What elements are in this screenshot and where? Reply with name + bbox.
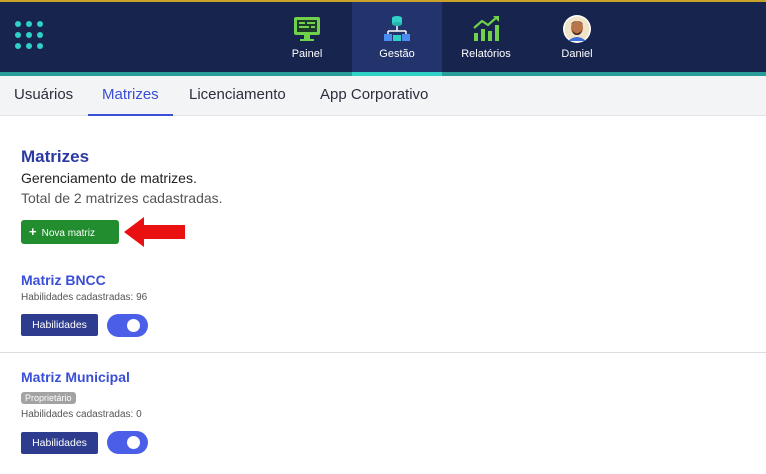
page-subtitle: Gerenciamento de matrizes. — [21, 170, 197, 186]
matrix-name-municipal[interactable]: Matriz Municipal — [21, 369, 130, 385]
new-matrix-button[interactable]: + Nova matriz — [21, 220, 119, 244]
toggle-knob — [127, 319, 140, 332]
matrix-name-bncc[interactable]: Matriz BNCC — [21, 272, 106, 288]
matrix-toggle-bncc[interactable] — [107, 314, 148, 337]
divider — [0, 352, 766, 353]
page-title: Matrizes — [21, 147, 90, 166]
matrix-count-bncc: Habilidades cadastradas: 96 — [21, 292, 148, 303]
habilidades-button-bncc[interactable]: Habilidades — [21, 314, 98, 336]
avatar — [563, 15, 591, 43]
tab-licenciamento[interactable]: Licenciamento — [189, 76, 286, 116]
nav-user-daniel[interactable]: Daniel — [535, 2, 619, 74]
nav-label-painel: Painel — [291, 48, 323, 60]
nav-gestao[interactable]: Gestão — [352, 2, 442, 76]
plus-icon: + — [29, 224, 37, 239]
section-tabs: Usuários Matrizes Licenciamento App Corp… — [0, 76, 766, 116]
matrix-count-municipal: Habilidades cadastradas: 0 — [21, 409, 142, 420]
owner-badge: Proprietário — [21, 392, 76, 404]
monitor-icon — [294, 17, 320, 41]
hierarchy-icon — [384, 16, 410, 41]
nav-label-relatorios: Relatórios — [461, 48, 511, 60]
chart-growth-icon — [473, 16, 499, 41]
habilidades-button-municipal[interactable]: Habilidades — [21, 432, 98, 454]
toggle-knob — [127, 436, 140, 449]
arrow-left-icon — [124, 217, 185, 247]
tab-matrizes[interactable]: Matrizes — [88, 76, 173, 116]
nav-painel[interactable]: Painel — [265, 2, 349, 74]
nav-relatorios[interactable]: Relatórios — [444, 2, 528, 74]
top-navigation-bar: Painel Gestão Relatórios Daniel — [0, 0, 766, 76]
total-count-text: Total de 2 matrizes cadastradas. — [21, 190, 223, 206]
nav-label-user: Daniel — [561, 48, 593, 60]
nav-label-gestao: Gestão — [379, 48, 415, 60]
tab-usuarios[interactable]: Usuários — [14, 76, 73, 116]
apps-grid-icon[interactable] — [15, 21, 51, 57]
new-matrix-label: Nova matriz — [41, 228, 95, 239]
tab-app-corporativo[interactable]: App Corporativo — [320, 76, 428, 116]
matrix-toggle-municipal[interactable] — [107, 431, 148, 454]
